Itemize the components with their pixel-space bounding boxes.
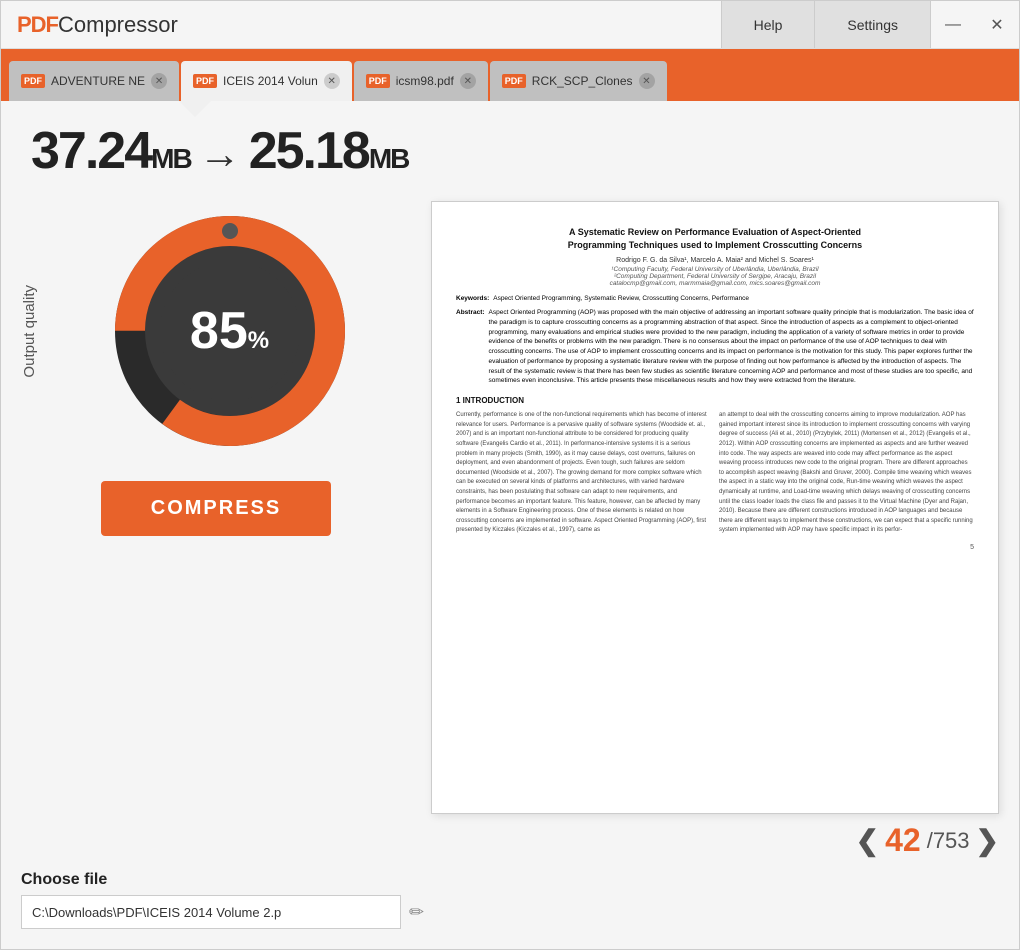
pdf-keywords: Keywords: Aspect Oriented Programming, S… [456,295,974,302]
logo-pdf: PDF [17,12,58,38]
pdf-icon: PDF [366,74,390,88]
page-separator-total: /753 [927,828,970,854]
minimize-button[interactable]: — [931,1,975,48]
compress-button[interactable]: COMPRESS [101,481,331,536]
quality-percent-symbol: % [248,327,269,354]
donut-center: 85% [190,305,269,357]
content-row: Output quality [21,201,999,859]
active-tab-arrow [179,101,211,117]
tab-adventure[interactable]: PDF ADVENTURE NE ✕ [9,61,179,101]
arrow-right: → [199,130,241,178]
app-window: PDFCompressor Help Settings — ✕ PDF ADVE… [0,0,1020,950]
choose-file-label: Choose file [21,871,999,889]
pdf-col1: Currently, performance is one of the non… [456,411,711,536]
quality-label: Output quality [21,285,38,378]
prev-page-button[interactable]: ❮ [856,824,879,857]
close-button[interactable]: ✕ [975,1,1019,48]
size-display: 37.24MB → 25.18MB [21,121,999,181]
tab-label: icsm98.pdf [396,74,454,88]
pdf-affiliations: ¹Computing Faculty, Federal University o… [456,266,974,287]
window-controls: — ✕ [930,1,1019,48]
right-panel: A Systematic Review on Performance Evalu… [431,201,999,859]
pdf-two-col: Currently, performance is one of the non… [456,411,974,536]
page-navigation: ❮ 42 /753 ❯ [431,822,999,859]
file-input[interactable] [21,895,401,929]
pdf-col2: an attempt to deal with the crosscutting… [719,411,974,536]
tab-icsm[interactable]: PDF icsm98.pdf ✕ [354,61,488,101]
tab-label: RCK_SCP_Clones [532,74,633,88]
title-bar: PDFCompressor Help Settings — ✕ [1,1,1019,49]
tab-iceis[interactable]: PDF ICEIS 2014 Volun ✕ [181,61,352,101]
tab-close[interactable]: ✕ [639,73,655,89]
tab-close[interactable]: ✕ [460,73,476,89]
donut-chart[interactable]: 85% [100,201,360,461]
tabs-bar: PDF ADVENTURE NE ✕ PDF ICEIS 2014 Volun … [1,49,1019,101]
size-after: 25.18MB [249,121,409,181]
pdf-title: A Systematic Review on Performance Evalu… [456,226,974,251]
app-logo: PDFCompressor [1,12,721,38]
tab-close[interactable]: ✕ [151,73,167,89]
pdf-authors: Rodrigo F. G. da Silva¹, Marcelo A. Maia… [456,257,974,264]
quality-percent-value: 85 [190,302,248,360]
tab-rck[interactable]: PDF RCK_SCP_Clones ✕ [490,61,667,101]
tab-label: ADVENTURE NE [51,74,145,88]
pdf-page-num: 5 [456,544,974,551]
bottom-section: Choose file ✏ [21,859,999,929]
settings-button[interactable]: Settings [814,1,930,48]
file-input-row: ✏ [21,895,999,929]
pdf-icon: PDF [21,74,45,88]
donut-wrapper: 85% [48,201,411,461]
pdf-preview: A Systematic Review on Performance Evalu… [431,201,999,814]
logo-compressor: Compressor [58,12,178,38]
help-button[interactable]: Help [721,1,815,48]
quality-container: Output quality [21,201,411,461]
edit-icon[interactable]: ✏ [409,902,424,923]
pdf-icon: PDF [502,74,526,88]
pdf-abstract: Abstract: Aspect Oriented Programming (A… [456,308,974,386]
tab-close[interactable]: ✕ [324,73,340,89]
pdf-icon: PDF [193,74,217,88]
title-nav: Help Settings [721,1,930,48]
tab-label: ICEIS 2014 Volun [223,74,318,88]
current-page: 42 [885,822,921,859]
pdf-section1-title: 1 INTRODUCTION [456,396,974,405]
size-before: 37.24MB [31,121,191,181]
main-content: 37.24MB → 25.18MB Output quality [1,101,1019,949]
left-panel: Output quality [21,201,411,859]
next-page-button[interactable]: ❯ [976,824,999,857]
